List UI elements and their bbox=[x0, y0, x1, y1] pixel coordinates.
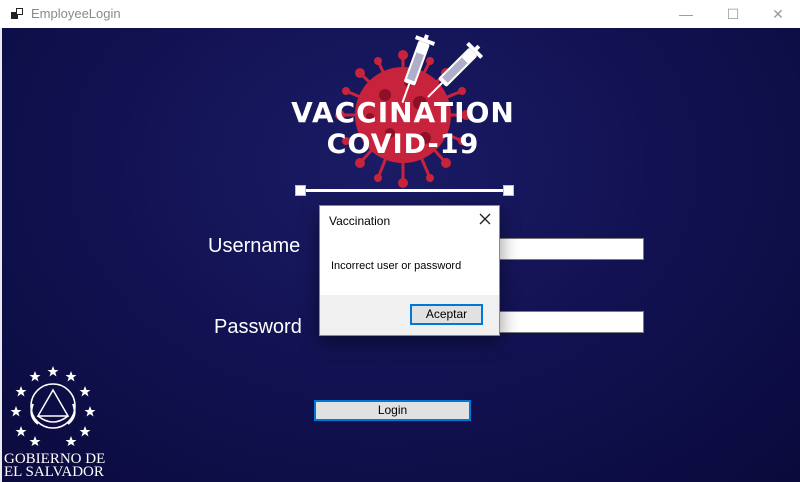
ok-button[interactable]: Aceptar bbox=[410, 304, 483, 325]
decorative-divider bbox=[301, 189, 509, 192]
maximize-button[interactable]: ☐ bbox=[710, 0, 756, 28]
coat-of-arms-emblem bbox=[10, 366, 96, 446]
title-bar: EmployeeLogin — ☐ ✕ bbox=[0, 0, 800, 28]
password-field[interactable] bbox=[480, 311, 644, 333]
dialog-title: Vaccination bbox=[329, 214, 391, 228]
username-label: Username bbox=[208, 235, 301, 257]
logo-title: VACCINATION bbox=[291, 96, 515, 129]
message-dialog: Vaccination Incorrect user or password A… bbox=[319, 205, 500, 336]
logo-subtitle: COVID-19 bbox=[326, 129, 480, 160]
close-window-button[interactable]: ✕ bbox=[755, 0, 800, 28]
divider-handle-right bbox=[503, 185, 514, 196]
dialog-footer: Aceptar bbox=[320, 295, 499, 335]
password-label: Password bbox=[214, 316, 302, 338]
window-border bbox=[0, 28, 2, 482]
username-field[interactable] bbox=[480, 238, 644, 260]
close-icon[interactable] bbox=[476, 210, 494, 228]
dialog-message: Incorrect user or password bbox=[331, 260, 462, 272]
window-title: EmployeeLogin bbox=[31, 6, 121, 21]
emblem-text-line2: EL SALVADOR bbox=[4, 464, 104, 480]
login-button[interactable]: Login bbox=[314, 400, 471, 421]
app-icon bbox=[11, 8, 23, 19]
minimize-button[interactable]: — bbox=[663, 0, 709, 28]
divider-handle-left bbox=[295, 185, 306, 196]
